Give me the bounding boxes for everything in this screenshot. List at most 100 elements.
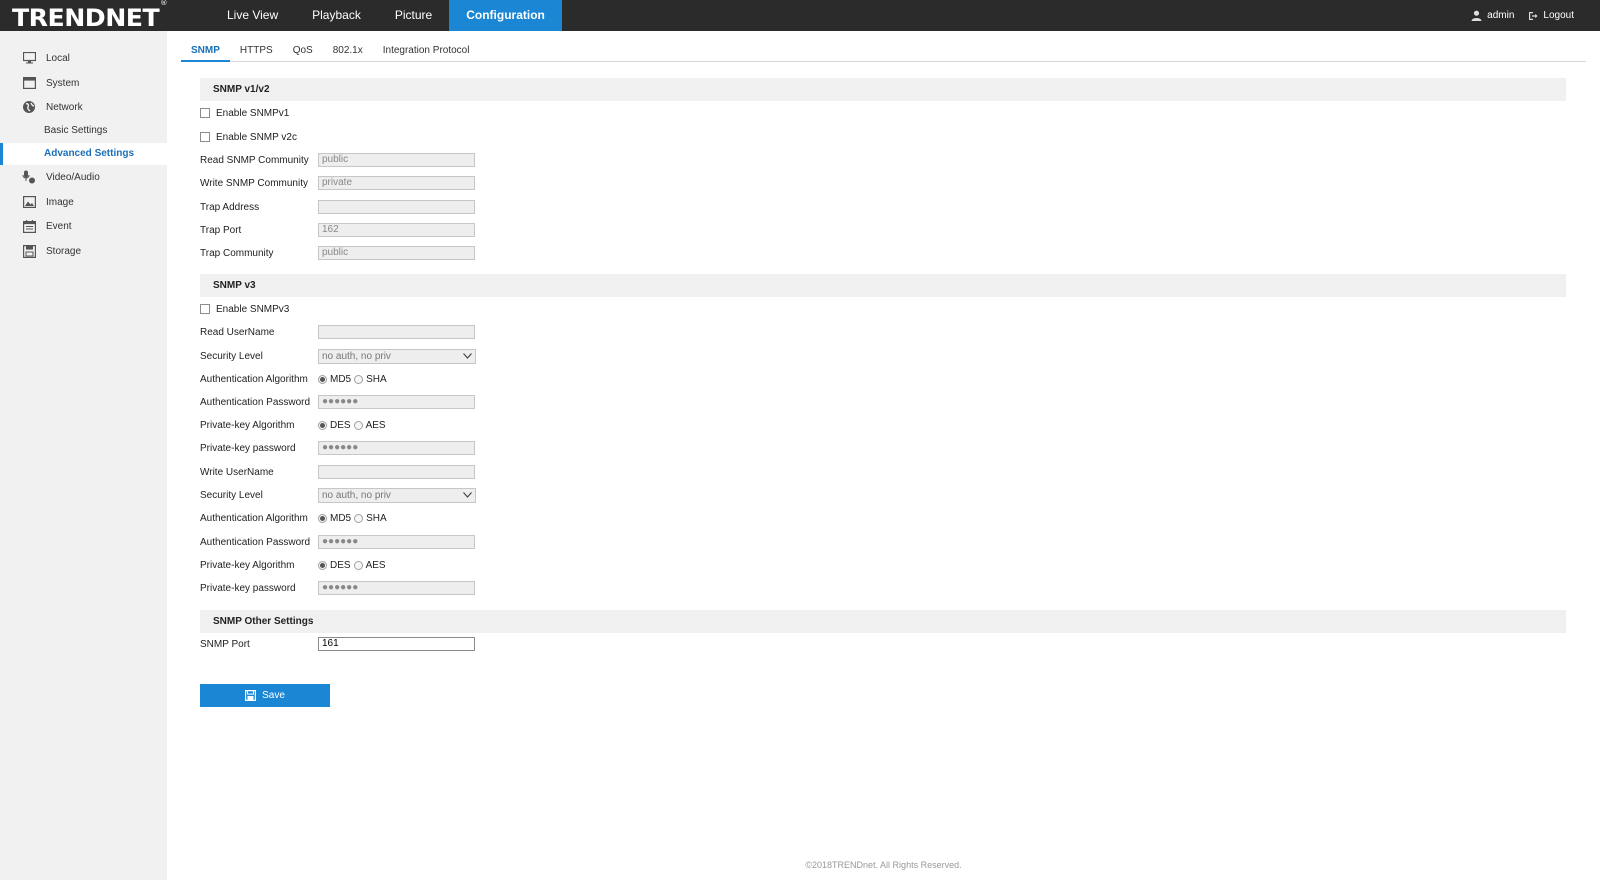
sidebar-item-label: Image bbox=[46, 196, 74, 208]
enable-snmpv2c-label: Enable SNMP v2c bbox=[216, 131, 297, 143]
snmp-port-row: SNMP Port 161 bbox=[200, 635, 475, 653]
read-priv-des-option[interactable]: DES bbox=[318, 420, 351, 431]
config-tabs: SNMP HTTPS QoS 802.1x Integration Protoc… bbox=[181, 40, 1586, 62]
read-auth-password-field[interactable]: ●●●●●● bbox=[318, 395, 475, 409]
write-auth-sha-option[interactable]: SHA bbox=[354, 513, 387, 524]
read-priv-algorithm-radios: DES AES bbox=[318, 420, 389, 431]
calendar-icon bbox=[22, 219, 36, 233]
read-username-field[interactable] bbox=[318, 325, 475, 339]
tab-https[interactable]: HTTPS bbox=[230, 40, 283, 62]
sidebar-item-basic-settings[interactable]: Basic Settings bbox=[0, 120, 167, 142]
sidebar-item-label: Storage bbox=[46, 245, 82, 257]
read-priv-aes-option[interactable]: AES bbox=[353, 419, 386, 431]
sidebar-item-network[interactable]: Network bbox=[0, 96, 167, 118]
section-snmp-v1v2: SNMP v1/v2 bbox=[200, 78, 1566, 101]
tab-integration-protocol[interactable]: Integration Protocol bbox=[373, 40, 480, 62]
monitor-icon bbox=[22, 51, 36, 65]
radio-selected bbox=[318, 420, 327, 430]
logo-text: TRENDNET bbox=[12, 4, 160, 32]
write-priv-password-field[interactable]: ●●●●●● bbox=[318, 581, 475, 595]
save-button[interactable]: Save bbox=[200, 684, 330, 707]
tab-qos[interactable]: QoS bbox=[283, 40, 323, 62]
logout-button[interactable]: Logout bbox=[1528, 10, 1574, 21]
enable-snmpv3-row: Enable SNMPv3 bbox=[200, 301, 289, 317]
write-priv-algorithm-row: Private-key Algorithm DES AES bbox=[200, 556, 389, 574]
nav-playback[interactable]: Playback bbox=[295, 0, 378, 31]
trap-address-field[interactable] bbox=[318, 200, 475, 214]
user-menu[interactable]: admin bbox=[1471, 10, 1514, 21]
write-username-field[interactable] bbox=[318, 465, 475, 479]
read-priv-des-label: DES bbox=[330, 419, 351, 431]
trap-address-label: Trap Address bbox=[200, 201, 260, 213]
sidebar-item-label: System bbox=[46, 77, 80, 89]
write-auth-algorithm-radios: MD5 SHA bbox=[318, 513, 390, 524]
write-security-level-select[interactable]: no auth, no priv bbox=[318, 487, 476, 503]
write-auth-password-field[interactable]: ●●●●●● bbox=[318, 535, 475, 549]
read-security-level-select[interactable]: no auth, no priv bbox=[318, 348, 476, 364]
top-bar: TRENDNET® Live View Playback Picture Con… bbox=[0, 0, 1600, 32]
sidebar-item-system[interactable]: System bbox=[0, 72, 167, 94]
enable-snmpv1-checkbox[interactable] bbox=[200, 108, 210, 118]
image-icon bbox=[22, 195, 36, 209]
sidebar-item-label: Local bbox=[46, 52, 70, 64]
read-priv-aes-label: AES bbox=[365, 419, 386, 431]
sidebar-item-local[interactable]: Local bbox=[0, 47, 167, 69]
trap-community-field[interactable]: public bbox=[318, 246, 475, 260]
sidebar-item-label: Event bbox=[46, 220, 72, 232]
globe-icon bbox=[22, 100, 36, 114]
main-nav: Live View Playback Picture Configuration bbox=[210, 0, 562, 31]
radio-unselected bbox=[353, 560, 363, 570]
sidebar-item-advanced-settings[interactable]: Advanced Settings bbox=[0, 143, 167, 165]
sidebar-item-image[interactable]: Image bbox=[0, 191, 167, 213]
tab-8021x[interactable]: 802.1x bbox=[323, 40, 373, 62]
read-community-row: Read SNMP Community public bbox=[200, 151, 475, 169]
sidebar-item-storage[interactable]: Storage bbox=[0, 240, 167, 262]
write-community-row: Write SNMP Community private bbox=[200, 174, 475, 192]
read-auth-algorithm-row: Authentication Algorithm MD5 SHA bbox=[200, 370, 390, 388]
read-auth-md5-label: MD5 bbox=[330, 373, 352, 385]
user-icon bbox=[1471, 10, 1482, 21]
read-auth-sha-label: SHA bbox=[366, 373, 387, 385]
radio-unselected bbox=[354, 513, 364, 523]
read-community-field[interactable]: public bbox=[318, 153, 475, 167]
sidebar-item-label: Video/Audio bbox=[46, 171, 100, 183]
sidebar-item-video-audio[interactable]: Video/Audio bbox=[0, 166, 167, 188]
registered-mark: ® bbox=[160, 0, 167, 7]
read-auth-md5-option[interactable]: MD5 bbox=[318, 374, 351, 385]
write-priv-password-row: Private-key password ●●●●●● bbox=[200, 579, 475, 597]
nav-configuration[interactable]: Configuration bbox=[449, 0, 562, 31]
snmp-port-label: SNMP Port bbox=[200, 638, 250, 650]
write-priv-des-option[interactable]: DES bbox=[318, 560, 351, 571]
nav-live-view[interactable]: Live View bbox=[210, 0, 295, 31]
write-community-field[interactable]: private bbox=[318, 176, 475, 190]
enable-snmpv1-label: Enable SNMPv1 bbox=[216, 107, 290, 119]
write-priv-algorithm-label: Private-key Algorithm bbox=[200, 559, 295, 571]
radio-unselected bbox=[353, 420, 363, 430]
write-priv-algorithm-radios: DES AES bbox=[318, 560, 389, 571]
read-priv-algorithm-label: Private-key Algorithm bbox=[200, 419, 295, 431]
write-priv-aes-option[interactable]: AES bbox=[353, 560, 386, 571]
enable-snmpv1-row: Enable SNMPv1 bbox=[200, 105, 289, 121]
enable-snmpv2c-checkbox[interactable] bbox=[200, 132, 210, 142]
sidebar-item-event[interactable]: Event bbox=[0, 215, 167, 237]
write-community-label: Write SNMP Community bbox=[200, 177, 308, 189]
read-priv-password-field[interactable]: ●●●●●● bbox=[318, 441, 475, 455]
read-priv-password-row: Private-key password ●●●●●● bbox=[200, 439, 475, 457]
sidebar: Local System Network Basic Settings Adva… bbox=[0, 31, 167, 880]
enable-snmpv3-checkbox[interactable] bbox=[200, 304, 210, 314]
read-username-row: Read UserName bbox=[200, 323, 475, 341]
write-auth-password-row: Authentication Password ●●●●●● bbox=[200, 533, 475, 551]
trap-port-field[interactable]: 162 bbox=[318, 223, 475, 237]
logout-icon bbox=[1529, 11, 1539, 20]
trap-community-row: Trap Community public bbox=[200, 244, 475, 262]
trendnet-logo[interactable]: TRENDNET® bbox=[12, 0, 167, 32]
write-auth-md5-option[interactable]: MD5 bbox=[318, 513, 351, 524]
nav-picture[interactable]: Picture bbox=[378, 0, 449, 31]
chevron-down-icon bbox=[463, 353, 472, 359]
read-auth-password-label: Authentication Password bbox=[200, 396, 311, 408]
write-priv-password-label: Private-key password bbox=[200, 582, 296, 594]
tab-snmp[interactable]: SNMP bbox=[181, 40, 230, 62]
read-auth-sha-option[interactable]: SHA bbox=[354, 374, 387, 385]
trap-address-row: Trap Address bbox=[200, 198, 475, 216]
snmp-port-field[interactable]: 161 bbox=[318, 637, 475, 651]
